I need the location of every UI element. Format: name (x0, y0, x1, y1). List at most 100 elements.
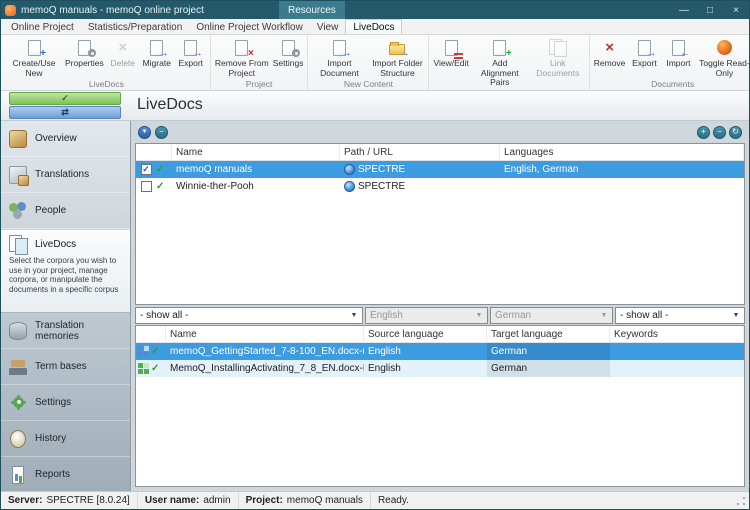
ribbon-group-livealign: View/Edit Add Alignment Pairs Link Docum… (429, 35, 589, 90)
header-name[interactable]: Name (172, 144, 340, 160)
header-lead (136, 326, 166, 342)
create-use-new-icon (21, 37, 47, 58)
chevron-down-icon: ▼ (597, 312, 611, 319)
header-path-url[interactable]: Path / URL (340, 144, 500, 160)
sidebar-item-label: People (35, 205, 66, 216)
target-language-filter-select[interactable]: German▼ (490, 307, 613, 324)
filter-icon[interactable]: ▼ (138, 126, 151, 139)
button-label: Link Documents (531, 59, 585, 78)
corpus-row-memoq-manuals[interactable]: memoQ manuals SPECTRE English, German (136, 161, 744, 178)
remove-from-project-button[interactable]: Remove From Project (213, 36, 271, 78)
document-row-getting-started[interactable]: memoQ_GettingStarted_7-8-100_EN.docx-mem… (136, 343, 744, 360)
minimize-icon[interactable]: — (671, 1, 697, 19)
add-circle-icon[interactable]: + (697, 126, 710, 139)
button-label: Remove From Project (215, 59, 269, 78)
properties-button[interactable]: Properties (63, 36, 106, 78)
checkbox-unchecked-icon[interactable] (141, 181, 152, 192)
header-keywords[interactable]: Keywords (610, 326, 744, 342)
tab-livedocs[interactable]: LiveDocs (345, 19, 402, 34)
keywords-filter-select[interactable]: - show all -▼ (615, 307, 745, 324)
header-target-language[interactable]: Target language (487, 326, 610, 342)
ribbon-group-label: New Content (310, 78, 426, 90)
sidebar-item-history[interactable]: History (1, 421, 130, 457)
sidebar-item-reports[interactable]: Reports (1, 457, 130, 491)
link-documents-button[interactable]: Link Documents (529, 36, 587, 88)
export-corpus-button[interactable]: Export (174, 36, 208, 78)
remove-document-icon: × (597, 37, 623, 58)
deliver-return-button[interactable]: ⇄ (9, 106, 121, 119)
green-check-icon (151, 363, 159, 374)
sidebar-item-term-bases[interactable]: Term bases (1, 349, 130, 385)
document-row-installing-activating[interactable]: MemoQ_InstallingActivating_7_8_EN.docx-M… (136, 360, 744, 377)
corpus-status-icon (156, 178, 172, 195)
corpus-name: memoQ manuals (172, 161, 340, 178)
source-filter-value: English (370, 310, 403, 321)
corpus-checkbox[interactable] (136, 161, 156, 178)
import-document2-button[interactable]: Import (661, 36, 695, 78)
window-title: memoQ manuals - memoQ online project (21, 5, 204, 16)
export-corpus-icon (178, 37, 204, 58)
corpus-row-winnie-ther-pooh[interactable]: Winnie-ther-Pooh SPECTRE (136, 178, 744, 195)
header-source-language[interactable]: Source language (364, 326, 487, 342)
ribbon-group-project: Remove From Project Settings Project (211, 35, 309, 90)
tab-online-project[interactable]: Online Project (4, 20, 81, 34)
sidebar-item-settings[interactable]: Settings (1, 385, 130, 421)
sidebar-item-people[interactable]: People (1, 193, 130, 229)
reports-icon (6, 464, 30, 486)
checkbox-checked-icon[interactable] (141, 164, 152, 175)
page-title: LiveDocs (137, 96, 203, 114)
sidebar-item-translation-memories[interactable]: Translation memories (1, 313, 130, 349)
accept-button[interactable]: ✓ (9, 92, 121, 105)
sidebar-item-livedocs[interactable]: LiveDocs Select the corpora you wish to … (1, 229, 130, 313)
chevron-down-icon: ▼ (729, 312, 743, 319)
document-target-language: German (487, 343, 610, 360)
history-icon (6, 428, 30, 450)
documents-table-header: Name Source language Target language Key… (136, 326, 744, 343)
button-label: Import Folder Structure (370, 59, 424, 78)
corpus-languages (500, 178, 744, 195)
export-document-button[interactable]: Export (627, 36, 661, 78)
sidebar-item-label: Settings (35, 397, 71, 408)
remove-circle-icon[interactable]: − (713, 126, 726, 139)
maximize-icon[interactable]: □ (697, 1, 723, 19)
corpus-checkbox[interactable] (136, 178, 156, 195)
header-name[interactable]: Name (166, 326, 364, 342)
arrows-icon: ⇄ (61, 107, 69, 118)
corpus-status-icon (156, 161, 172, 178)
resize-grip[interactable] (735, 495, 747, 507)
button-label: Toggle Read-Only (697, 59, 749, 78)
toggle-read-only-button[interactable]: Toggle Read-Only (695, 36, 749, 78)
source-language-filter-select[interactable]: English▼ (365, 307, 488, 324)
sidebar-item-overview[interactable]: Overview (1, 121, 130, 157)
alignment-pair-icon (138, 346, 149, 357)
contextual-tab-resources[interactable]: Resources (279, 1, 345, 19)
sidebar-item-label: LiveDocs (35, 239, 76, 250)
check-icon: ✓ (61, 93, 69, 104)
green-check-icon (156, 181, 164, 192)
close-icon[interactable]: × (723, 1, 749, 19)
properties-icon (71, 37, 97, 58)
header-languages[interactable]: Languages (500, 144, 744, 160)
settings-button[interactable]: Settings (271, 36, 306, 78)
server-globe-icon (344, 164, 355, 175)
refresh-circle-icon[interactable]: ↻ (729, 126, 742, 139)
tab-online-project-workflow[interactable]: Online Project Workflow (189, 20, 310, 34)
documents-table: Name Source language Target language Key… (135, 325, 745, 487)
view-edit-button[interactable]: View/Edit (431, 36, 470, 88)
view-edit-icon (438, 37, 464, 58)
sidebar-item-translations[interactable]: Translations (1, 157, 130, 193)
add-alignment-pairs-button[interactable]: Add Alignment Pairs (471, 36, 529, 88)
tab-statistics-preparation[interactable]: Statistics/Preparation (81, 20, 190, 34)
import-document-icon (326, 37, 352, 58)
name-filter-select[interactable]: - show all -▼ (135, 307, 363, 324)
import-document-button[interactable]: Import Document (310, 36, 368, 78)
import-folder-structure-button[interactable]: Import Folder Structure (368, 36, 426, 78)
clear-filter-icon[interactable]: − (155, 126, 168, 139)
create-use-new-button[interactable]: Create/Use New (5, 36, 63, 78)
tab-view[interactable]: View (310, 20, 346, 34)
window-controls: — □ × (671, 1, 749, 19)
sidebar-livedocs-description: Select the corpora you wish to use in yo… (6, 256, 126, 294)
migrate-button[interactable]: Migrate (140, 36, 174, 78)
remove-document-button[interactable]: × Remove (592, 36, 628, 78)
delete-button[interactable]: × Delete (106, 36, 140, 78)
